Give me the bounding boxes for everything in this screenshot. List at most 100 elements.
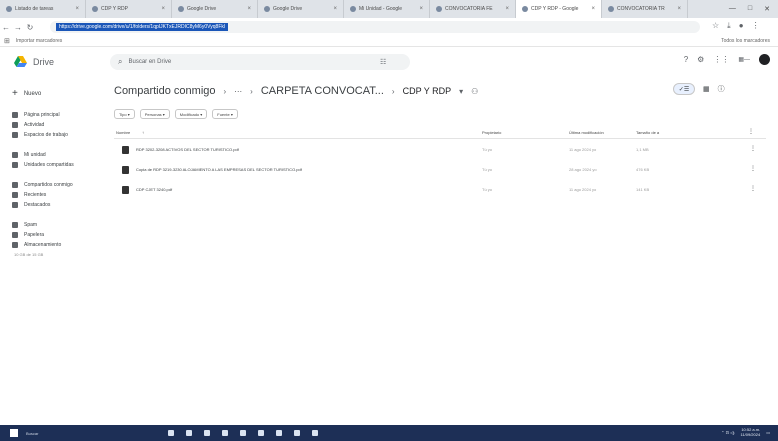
browser-tab[interactable]: CDP Y RDP × [86,0,172,18]
settings-icon[interactable]: ⚙ [697,55,704,64]
reload-icon[interactable]: ↻ [24,23,36,32]
close-icon[interactable]: × [161,6,165,12]
apps-grid-icon[interactable]: ⋮⋮ [713,55,729,64]
task-view-icon[interactable] [186,430,192,436]
chevron-down-icon[interactable]: ▾ [459,87,463,96]
browser-tab[interactable]: CONVOCATORIA FE × [430,0,516,18]
url-text[interactable]: https://drive.google.com/drive/u/1/folde… [56,23,228,31]
network-icon[interactable]: ⌃ ⊡ ◁) [721,430,734,435]
taskbar-search[interactable]: Buscar [26,431,38,436]
search-options-icon[interactable]: ☷ [380,58,386,66]
file-modified: 11 ago 2024 yo [569,187,597,192]
breadcrumb-folder[interactable]: CARPETA CONVOCAT... [261,85,384,97]
notification-icon[interactable]: ▭ [766,430,770,435]
sidebar-item-my-drive[interactable]: Mi unidad [12,152,46,158]
forward-arrow-icon[interactable]: → [12,23,24,32]
download-icon[interactable]: ⤓ [727,21,731,31]
filter-people[interactable]: Personas ▾ [139,109,170,119]
home-icon [12,112,18,118]
teams-icon[interactable] [312,430,318,436]
browser-actions: ☆ ⤓ ● ⋮ [712,21,760,31]
column-modified[interactable]: Última modificación [569,130,604,135]
apps-icon[interactable]: ⊞ [4,37,10,45]
file-explorer-icon[interactable] [222,430,228,436]
breadcrumb-current[interactable]: CDP Y RDP [403,86,452,96]
outlook-icon[interactable] [240,430,246,436]
browser-tab[interactable]: Google Drive × [258,0,344,18]
table-row[interactable]: RDP 3202-3208 ACTIVOS DEL SECTOR TURISTI… [114,141,766,161]
table-row[interactable]: Copia de RDP 3219-3230 ALOJAMIENTO A LAS… [114,161,766,181]
sidebar-item-storage[interactable]: Almacenamiento [12,242,61,248]
sidebar-item-trash[interactable]: Papelera [12,232,44,238]
close-icon[interactable]: × [677,6,681,12]
sidebar-item-shared-drives[interactable]: Unidades compartidas [12,162,74,168]
profile-icon[interactable]: ● [739,21,744,31]
chrome-icon[interactable] [204,430,210,436]
org-logo-icon[interactable]: ▦— [738,56,750,63]
breadcrumb-root[interactable]: Compartido conmigo [114,85,216,97]
back-arrow-icon[interactable]: ← [0,23,12,32]
column-size[interactable]: Tamaño de a [636,130,659,135]
more-icon[interactable]: ⋮ [750,145,756,152]
close-icon[interactable]: × [591,6,595,12]
close-icon[interactable]: × [247,6,251,12]
search-icon[interactable]: ⌕ [118,57,122,67]
breadcrumb-more[interactable]: ··· [234,87,242,96]
word-icon[interactable] [258,430,264,436]
close-icon[interactable]: × [419,6,423,12]
avatar[interactable] [759,54,770,65]
search-icon[interactable] [168,430,174,436]
sidebar-item-starred[interactable]: Destacados [12,202,50,208]
browser-tab[interactable]: CONVOCATORIA TR × [602,0,688,18]
search-input[interactable]: ⌕ Buscar en Drive [110,54,410,70]
drive-logo[interactable]: Drive [14,56,54,67]
filter-modified[interactable]: Modificado ▾ [174,109,208,119]
new-button[interactable]: + Nuevo [12,88,41,99]
sidebar-item-recent[interactable]: Recientes [12,192,46,198]
close-window-button[interactable]: ✕ [764,5,770,13]
list-view-button[interactable]: ✓☰ [673,83,695,95]
column-name[interactable]: Nombre [116,130,130,135]
sidebar-item-home[interactable]: Página principal [12,112,60,118]
more-icon[interactable]: ⋮ [750,165,756,172]
file-name[interactable]: CDP CJET 3240.pdf [136,187,172,192]
browser-tab-active[interactable]: CDP Y RDP - Google × [516,0,602,18]
shared-drives-icon [12,162,18,168]
settings-icon[interactable] [294,430,300,436]
address-bar[interactable]: https://drive.google.com/drive/u/1/folde… [50,21,700,33]
windows-start-icon[interactable] [10,429,18,437]
browser-tab[interactable]: Mi Unidad - Google × [344,0,430,18]
star-icon[interactable]: ☆ [712,21,719,31]
close-icon[interactable]: × [333,6,337,12]
file-name[interactable]: RDP 3202-3208 ACTIVOS DEL SECTOR TURISTI… [136,147,239,152]
close-icon[interactable]: × [505,6,509,12]
filter-type[interactable]: Tipo ▾ [114,109,135,119]
sidebar-item-spam[interactable]: Spam [12,222,37,228]
workspaces-icon [12,132,18,138]
sidebar-item-shared-with-me[interactable]: Compartidos conmigo [12,182,73,188]
file-name[interactable]: Copia de RDP 3219-3230 ALOJAMIENTO A LAS… [136,167,302,172]
more-icon[interactable]: ⋮ [748,128,754,135]
grid-view-icon[interactable]: ▦ [703,85,710,93]
info-icon[interactable]: ⓘ [718,84,725,94]
all-bookmarks-link[interactable]: Todos los marcadores [721,38,778,44]
more-icon[interactable]: ⋮ [750,185,756,192]
sort-arrow-icon[interactable]: ↑ [142,130,144,135]
clock[interactable]: 10:52 a.m. 11/09/2024 [740,427,760,437]
help-icon[interactable]: ? [684,55,688,64]
menu-icon[interactable]: ⋮ [752,21,760,31]
excel-icon[interactable] [276,430,282,436]
minimize-button[interactable]: — [729,5,736,13]
filter-source[interactable]: Fuente ▾ [212,109,238,119]
tab-favicon-icon [6,6,12,12]
close-icon[interactable]: × [75,6,79,12]
taskbar: Buscar [0,425,778,441]
maximize-button[interactable]: □ [748,5,752,13]
browser-tab[interactable]: Listado de tareas × [0,0,86,18]
table-row[interactable]: CDP CJET 3240.pdf Tú yo 11 ago 2024 yo 1… [114,181,766,201]
browser-tab[interactable]: Google Drive × [172,0,258,18]
import-bookmarks-link[interactable]: Importar marcadores [16,38,62,44]
sidebar-item-workspaces[interactable]: Espacios de trabajo [12,132,68,138]
sidebar-item-activity[interactable]: Actividad [12,122,44,128]
column-owner[interactable]: Propietario [482,130,501,135]
